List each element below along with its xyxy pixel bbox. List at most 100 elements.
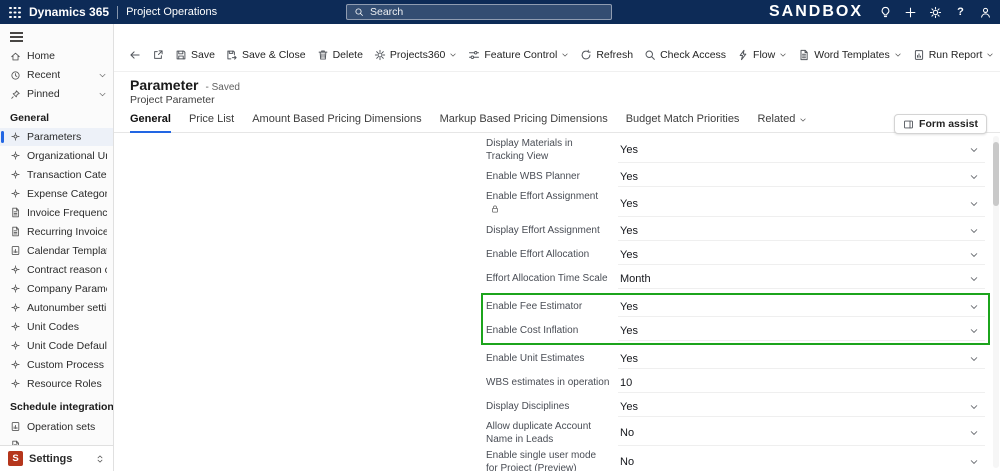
sidebar-item-company-parameters[interactable]: Company Parame... — [0, 279, 113, 298]
chevron-down-icon[interactable] — [969, 274, 979, 284]
sidebar-item-autonumber-settings[interactable]: Autonumber setti... — [0, 298, 113, 317]
hamburger-icon — [10, 32, 23, 34]
sidebar-item-unit-codes[interactable]: Unit Codes — [0, 317, 113, 336]
help-icon[interactable]: ? — [954, 6, 967, 19]
tab-budget-match-priorities[interactable]: Budget Match Priorities — [626, 113, 740, 133]
user-avatar-icon[interactable] — [979, 6, 992, 19]
tab-general[interactable]: General — [130, 113, 171, 133]
field-value[interactable]: Yes — [618, 191, 985, 217]
form-assist-button[interactable]: Form assist — [894, 114, 987, 134]
field-value[interactable]: No — [618, 450, 985, 471]
field-value[interactable]: 10 — [618, 373, 985, 393]
hamburger-menu-button[interactable] — [0, 24, 113, 47]
sidebar-item-home[interactable]: Home — [0, 47, 113, 66]
open-in-new-window-button[interactable] — [147, 46, 169, 64]
field-value[interactable]: Yes — [618, 297, 985, 317]
command-bar: Save Save & Close Delete Projects360 Fea… — [114, 24, 1000, 72]
sidebar-item-unit-code-defaults[interactable]: Unit Code Default... — [0, 336, 113, 355]
area-switcher[interactable]: S Settings — [0, 445, 113, 471]
save-button[interactable]: Save — [170, 46, 220, 64]
chevron-down-icon[interactable] — [969, 199, 979, 209]
chevron-down-icon[interactable] — [98, 71, 107, 80]
tab-price-list[interactable]: Price List — [189, 113, 234, 133]
field-value[interactable]: Yes — [618, 167, 985, 187]
run-report-menu[interactable]: Run Report — [908, 46, 1000, 64]
chevron-down-icon[interactable] — [969, 226, 979, 236]
chevron-down-icon[interactable] — [969, 326, 979, 336]
field-value-text: Yes — [620, 352, 638, 365]
sidebar-item-transaction-categories[interactable]: Transaction Categ... — [0, 165, 113, 184]
command-label: Delete — [332, 49, 363, 61]
nav-item-icon — [10, 207, 21, 218]
chevron-down-icon[interactable] — [98, 90, 107, 99]
field-value[interactable]: No — [618, 421, 985, 446]
refresh-button[interactable]: Refresh — [575, 46, 638, 64]
trash-icon — [317, 49, 329, 61]
chevron-down-icon[interactable] — [969, 354, 979, 364]
field-label: Enable Effort Allocation — [486, 248, 590, 260]
check-access-button[interactable]: Check Access — [639, 46, 731, 64]
sidebar-item-resource-roles[interactable]: Resource Roles — [0, 374, 113, 393]
lightbulb-icon[interactable] — [879, 6, 892, 19]
back-button[interactable] — [124, 46, 146, 64]
projects360-menu[interactable]: Projects360 — [369, 46, 462, 64]
sidebar-item-label: Parameters — [27, 130, 82, 143]
settings-gear-icon[interactable] — [929, 6, 942, 19]
chevron-down-icon[interactable] — [969, 250, 979, 260]
sidebar-item-partial[interactable] — [0, 436, 113, 445]
sidebar-item-parameters[interactable]: Parameters — [0, 127, 113, 147]
chevron-down-icon[interactable] — [969, 457, 979, 467]
field-row-enable-unit-estimates: Enable Unit Estimates Yes — [486, 347, 985, 371]
plus-icon[interactable] — [904, 6, 917, 19]
sidebar-item-contract-reason-codes[interactable]: Contract reason c... — [0, 260, 113, 279]
sidebar-item-recent[interactable]: Recent — [0, 66, 113, 85]
flow-menu[interactable]: Flow — [732, 46, 792, 64]
nav-item-icon — [10, 378, 21, 389]
search-input[interactable] — [370, 6, 604, 18]
sidebar-item-custom-process[interactable]: Custom Process E... — [0, 355, 113, 374]
chevron-down-icon[interactable] — [969, 428, 979, 438]
save-and-close-button[interactable]: Save & Close — [221, 46, 311, 64]
scrollbar-thumb[interactable] — [993, 142, 999, 206]
flow-lightning-icon — [737, 49, 749, 61]
field-value[interactable]: Yes — [618, 138, 985, 163]
chevron-down-icon[interactable] — [969, 145, 979, 155]
field-value[interactable]: Yes — [618, 321, 985, 341]
lock-icon — [490, 204, 500, 214]
word-templates-menu[interactable]: Word Templates — [793, 46, 906, 64]
chevron-down-icon[interactable] — [969, 302, 979, 312]
waffle-app-launcher-icon[interactable] — [8, 6, 21, 19]
chevron-down-icon[interactable] — [969, 172, 979, 182]
settings-area-badge: S — [8, 451, 23, 467]
field-value[interactable]: Month — [618, 269, 985, 289]
field-value[interactable]: Yes — [618, 349, 985, 369]
app-name[interactable]: Project Operations — [126, 6, 217, 18]
application-window: Dynamics 365 Project Operations SANDBOX … — [0, 0, 1000, 471]
sidebar-item-recurring-invoice[interactable]: Recurring Invoice ... — [0, 222, 113, 241]
chevron-updown-icon[interactable] — [95, 454, 105, 464]
command-label: Flow — [753, 49, 776, 61]
nav-item-icon — [10, 188, 21, 199]
field-row-enable-effort-allocation: Enable Effort Allocation Yes — [486, 243, 985, 267]
field-value[interactable]: Yes — [618, 397, 985, 417]
field-value[interactable]: Yes — [618, 221, 985, 241]
field-label: WBS estimates in operation — [486, 376, 610, 388]
global-search[interactable] — [346, 4, 612, 20]
sidebar-item-operation-sets[interactable]: Operation sets — [0, 417, 113, 436]
tab-related[interactable]: Related — [757, 113, 807, 133]
sidebar-item-expense-categories[interactable]: Expense Categories — [0, 184, 113, 203]
field-value[interactable]: Yes — [618, 245, 985, 265]
vertical-scrollbar[interactable] — [993, 136, 999, 468]
nav-item-icon — [10, 226, 21, 237]
sidebar-item-pinned[interactable]: Pinned — [0, 85, 113, 104]
sidebar-item-invoice-frequencies[interactable]: Invoice Frequencies — [0, 203, 113, 222]
field-value-text: No — [620, 456, 635, 468]
tab-amount-based-pricing-dimensions[interactable]: Amount Based Pricing Dimensions — [252, 113, 421, 133]
tab-markup-based-pricing-dimensions[interactable]: Markup Based Pricing Dimensions — [440, 113, 608, 133]
feature-control-menu[interactable]: Feature Control — [463, 46, 574, 64]
sidebar-item-organizational-units[interactable]: Organizational Un... — [0, 146, 113, 165]
chevron-down-icon[interactable] — [969, 402, 979, 412]
sidebar-section-general: General — [10, 111, 50, 124]
delete-button[interactable]: Delete — [312, 46, 368, 64]
sidebar-item-calendar-templates[interactable]: Calendar Templates — [0, 241, 113, 260]
